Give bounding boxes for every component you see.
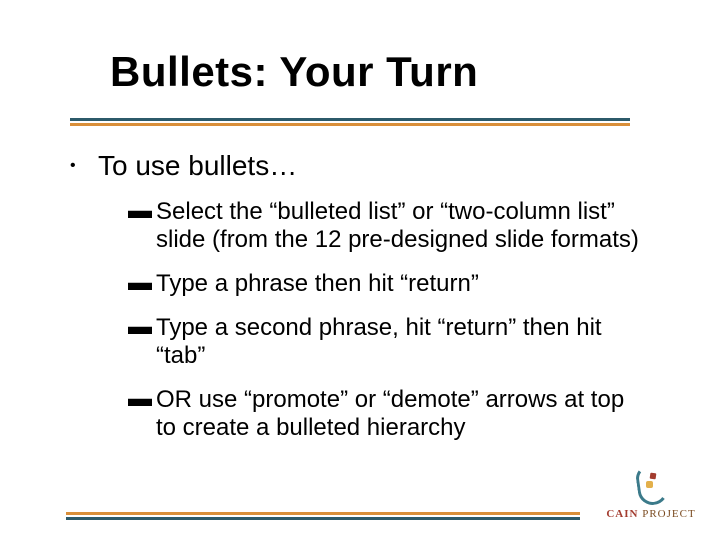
bullet-level2-list: ▬ Select the “bulleted list” or “two-col… bbox=[128, 198, 640, 442]
dash-icon: ▬ bbox=[128, 198, 156, 224]
logo-text: CAIN PROJECT bbox=[596, 508, 706, 520]
bullet-level2-item: ▬ Type a second phrase, hit “return” the… bbox=[128, 314, 640, 370]
bullet-level1: • To use bullets… bbox=[70, 150, 640, 182]
logo-text-cain: CAIN bbox=[606, 508, 638, 520]
slide-title: Bullets: Your Turn bbox=[110, 48, 478, 96]
bullet-level1-text: To use bullets… bbox=[98, 150, 297, 182]
bullet-level2-text: Select the “bulleted list” or “two-colum… bbox=[156, 198, 640, 254]
dash-icon: ▬ bbox=[128, 314, 156, 340]
logo-text-project: PROJECT bbox=[642, 508, 695, 520]
bullet-level2-item: ▬ Type a phrase then hit “return” bbox=[128, 270, 640, 298]
slide-body: • To use bullets… ▬ Select the “bulleted… bbox=[70, 150, 640, 442]
slide: Bullets: Your Turn • To use bullets… ▬ S… bbox=[0, 0, 720, 540]
cain-project-logo: CAIN PROJECT bbox=[596, 465, 706, 520]
bullet-level2-text: Type a second phrase, hit “return” then … bbox=[156, 314, 640, 370]
bullet-dot-icon: • bbox=[70, 150, 98, 182]
bullet-level2-text: Type a phrase then hit “return” bbox=[156, 270, 479, 298]
bullet-level2-text: OR use “promote” or “demote” arrows at t… bbox=[156, 386, 640, 442]
bullet-level2-item: ▬ OR use “promote” or “demote” arrows at… bbox=[128, 386, 640, 442]
dash-icon: ▬ bbox=[128, 270, 156, 296]
logo-mark-icon bbox=[637, 465, 665, 501]
dash-icon: ▬ bbox=[128, 386, 156, 412]
bullet-level2-item: ▬ Select the “bulleted list” or “two-col… bbox=[128, 198, 640, 254]
